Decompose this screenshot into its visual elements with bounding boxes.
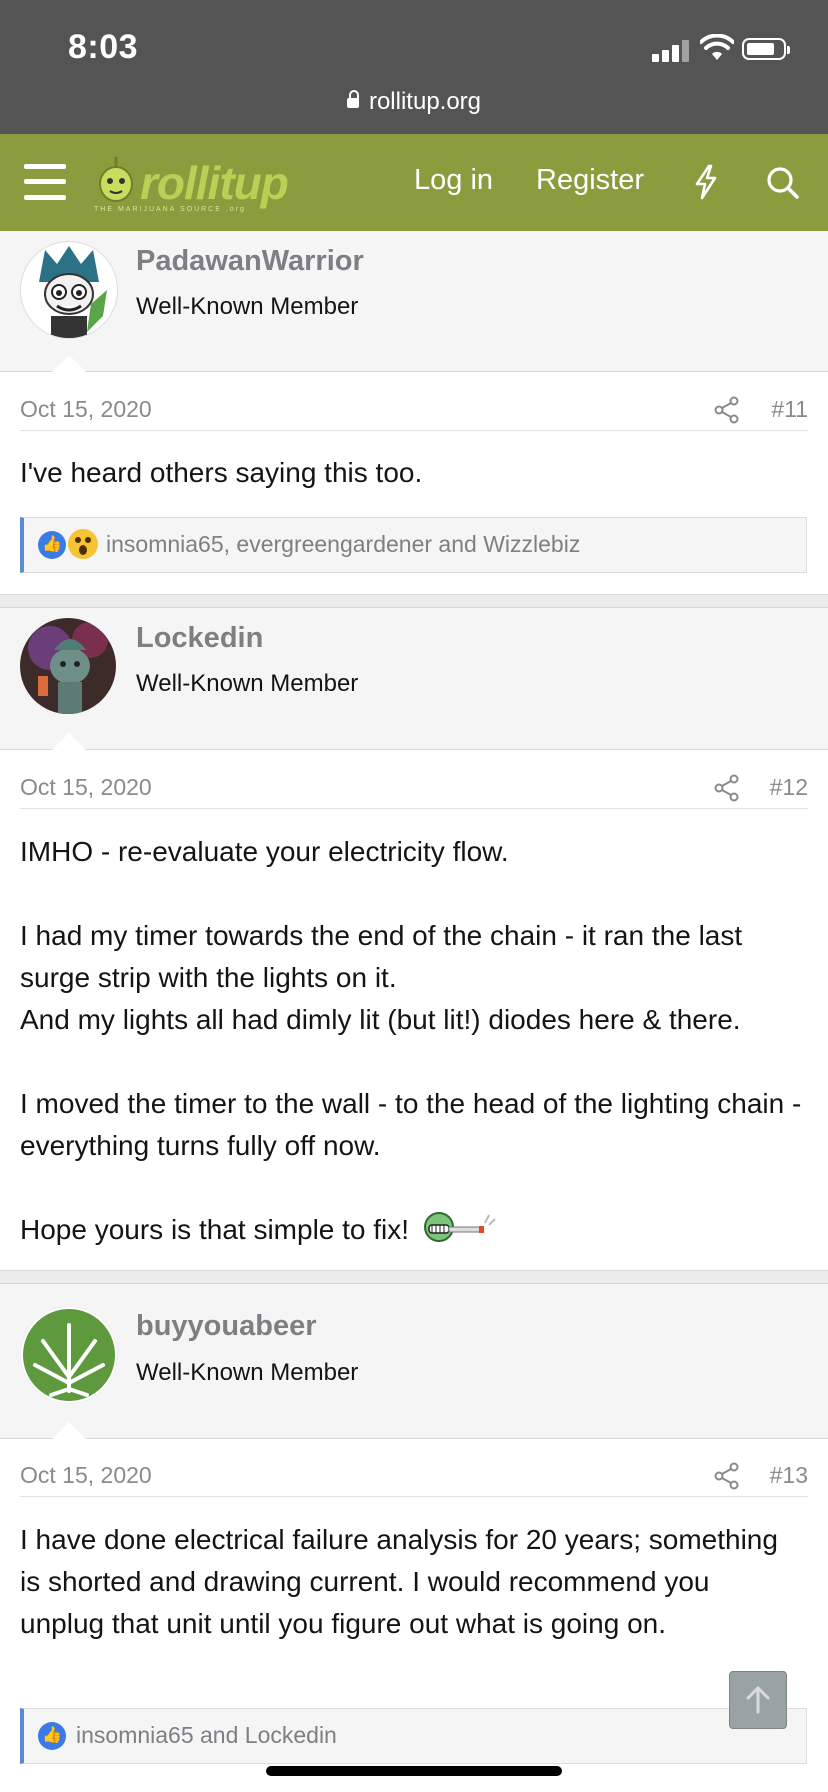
post-number[interactable]: #11 — [771, 396, 808, 423]
reactions-users[interactable]: insomnia65, evergreengardener and Wizzle… — [106, 531, 580, 558]
post-separator — [0, 1270, 828, 1284]
avatar[interactable] — [20, 241, 118, 339]
share-icon[interactable] — [714, 396, 740, 424]
user-title: Well-Known Member — [136, 670, 359, 697]
post-meta: Oct 15, 2020 #13 — [20, 1456, 808, 1497]
whats-new-bolt-icon[interactable] — [693, 164, 719, 200]
reactions-bar[interactable]: 👍 insomnia65 and Lockedin — [20, 1708, 807, 1764]
login-link[interactable]: Log in — [414, 164, 493, 197]
battery-icon — [742, 38, 790, 60]
username[interactable]: PadawanWarrior — [136, 245, 364, 278]
logo-tagline: THE MARIJUANA SOURCE .org — [94, 206, 246, 213]
reactions-bar[interactable]: 👍 insomnia65, evergreengardener and Wizz… — [20, 517, 807, 573]
avatar[interactable] — [20, 1306, 118, 1404]
post-text: IMHO - re-evaluate your electricity flow… — [20, 836, 509, 867]
like-reaction-icon: 👍 — [38, 1722, 66, 1750]
wifi-icon — [700, 34, 734, 60]
post-user-block: PadawanWarrior Well-Known Member — [0, 231, 828, 372]
status-bar: 8:03 rollitup.org — [0, 0, 828, 134]
post-separator — [0, 594, 828, 608]
post-text: Hope yours is that simple to fix! — [20, 1214, 410, 1245]
post-date[interactable]: Oct 15, 2020 — [20, 774, 152, 801]
like-reaction-icon: 👍 — [38, 531, 66, 559]
share-icon[interactable] — [714, 1462, 740, 1490]
site-logo[interactable]: rollitup THE MARIJUANA SOURCE .org — [92, 152, 302, 216]
smoking-smiley-icon — [423, 1212, 496, 1242]
share-icon[interactable] — [714, 774, 740, 802]
logo-mascot-icon — [99, 157, 133, 202]
post-number[interactable]: #12 — [770, 774, 808, 801]
clock: 8:03 — [68, 28, 139, 66]
post-text: I moved the timer to the wall - to the h… — [20, 1088, 802, 1161]
wow-reaction-icon — [68, 529, 98, 559]
post-meta: Oct 15, 2020 #12 — [20, 768, 808, 809]
post-date[interactable]: Oct 15, 2020 — [20, 1462, 152, 1489]
post-date[interactable]: Oct 15, 2020 — [20, 396, 152, 423]
user-title: Well-Known Member — [136, 1359, 359, 1386]
post-pointer — [51, 732, 87, 750]
post-pointer — [51, 1421, 87, 1439]
scroll-to-top-button[interactable] — [729, 1671, 787, 1729]
avatar[interactable] — [20, 618, 116, 714]
lock-icon — [346, 90, 359, 108]
post-user-block: Lockedin Well-Known Member — [0, 608, 828, 750]
post-text: I have done electrical failure analysis … — [20, 1524, 778, 1639]
register-link[interactable]: Register — [536, 164, 644, 197]
username[interactable]: Lockedin — [136, 622, 263, 655]
username[interactable]: buyyouabeer — [136, 1310, 317, 1343]
post-pointer — [51, 354, 87, 372]
reactions-users[interactable]: insomnia65 and Lockedin — [76, 1722, 337, 1749]
address-bar[interactable]: rollitup.org — [0, 88, 828, 116]
post-body: IMHO - re-evaluate your electricity flow… — [20, 831, 810, 1251]
post-meta: Oct 15, 2020 #11 — [20, 390, 808, 431]
signal-icon — [652, 40, 692, 62]
post-body: I have done electrical failure analysis … — [20, 1519, 800, 1645]
post-body: I've heard others saying this too. — [20, 452, 810, 494]
home-indicator[interactable] — [266, 1766, 562, 1776]
search-icon[interactable] — [766, 166, 800, 200]
arrow-up-icon — [746, 1686, 770, 1714]
post-text: I've heard others saying this too. — [20, 457, 423, 488]
post-text: I had my timer towards the end of the ch… — [20, 920, 743, 993]
url-text: rollitup.org — [368, 88, 482, 115]
logo-text: rollitup — [140, 157, 289, 209]
post-number[interactable]: #13 — [770, 1462, 808, 1489]
site-header: rollitup THE MARIJUANA SOURCE .org Log i… — [0, 134, 828, 231]
user-title: Well-Known Member — [136, 293, 359, 320]
post-user-block: buyyouabeer Well-Known Member — [0, 1284, 828, 1439]
menu-icon[interactable] — [24, 162, 66, 202]
post-text: And my lights all had dimly lit (but lit… — [20, 1004, 741, 1035]
